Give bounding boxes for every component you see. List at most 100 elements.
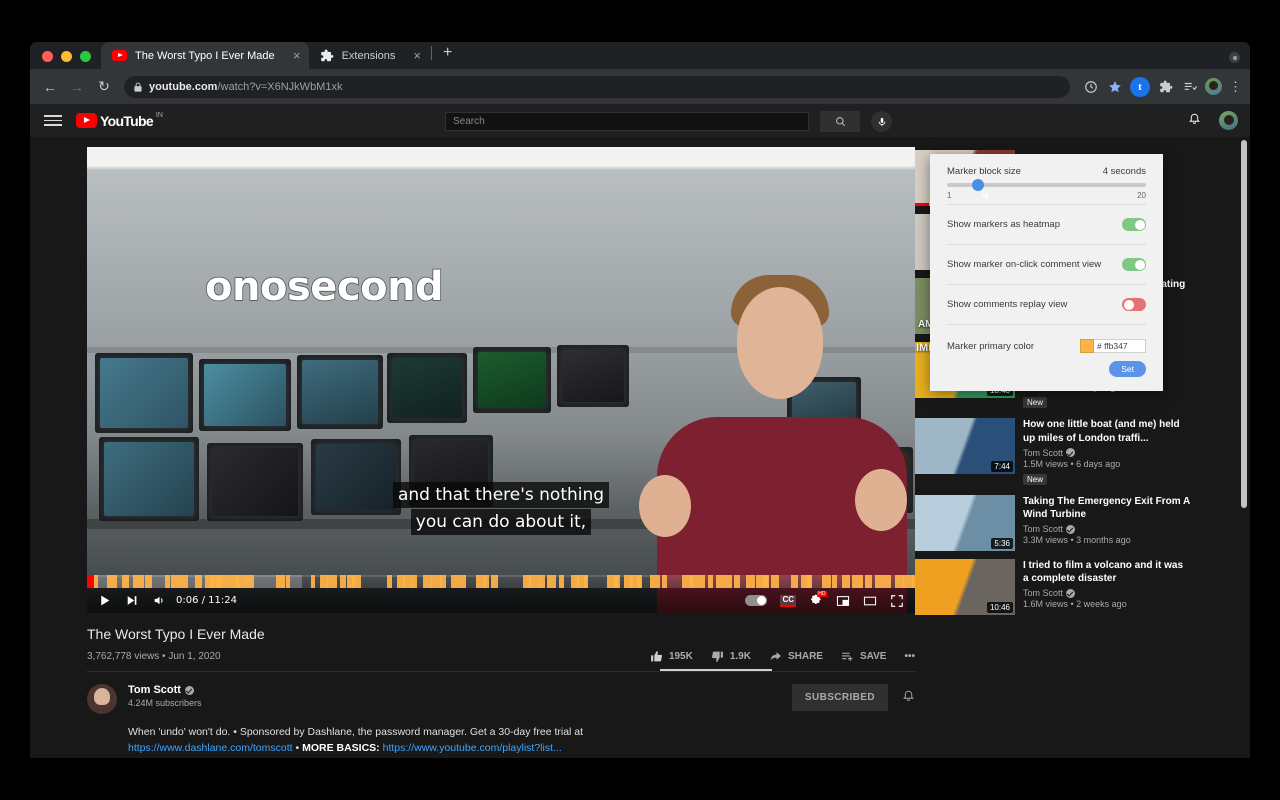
comment-marker[interactable] (637, 575, 643, 588)
volume-button[interactable] (152, 594, 166, 607)
search-box[interactable] (445, 112, 809, 131)
comment-marker[interactable] (690, 575, 697, 588)
comment-marker[interactable] (145, 575, 152, 588)
share-button[interactable]: SHARE (769, 650, 823, 663)
more-actions-button[interactable]: ••• (904, 651, 915, 662)
search-button[interactable] (820, 111, 860, 132)
comment-marker[interactable] (451, 575, 461, 588)
comment-marker[interactable] (662, 575, 668, 588)
comment-marker[interactable] (236, 575, 241, 588)
browser-menu-icon[interactable]: ⋮ (1229, 79, 1242, 95)
comment-marker[interactable] (122, 575, 130, 588)
close-tab-icon[interactable]: × (403, 49, 421, 62)
back-button[interactable]: ← (38, 75, 62, 99)
comment-marker[interactable] (412, 575, 417, 588)
subscribed-button[interactable]: SUBSCRIBED (792, 684, 888, 711)
comment-marker[interactable] (311, 575, 316, 588)
comment-marker[interactable] (807, 575, 812, 588)
comment-marker[interactable] (440, 575, 446, 588)
color-field[interactable] (1080, 339, 1146, 353)
color-hex-input[interactable] (1094, 339, 1146, 353)
comment-marker[interactable] (696, 575, 705, 588)
comment-marker[interactable] (461, 575, 466, 588)
browser-tab-extensions[interactable]: Extensions × (309, 42, 429, 69)
related-video-item[interactable]: 7:44How one little boat (and me) held up… (915, 418, 1190, 486)
description-link-playlist[interactable]: https://www.youtube.com/playlist?list... (380, 742, 562, 754)
comment-marker[interactable] (791, 575, 798, 588)
comment-marker[interactable] (885, 575, 891, 588)
comment-marker[interactable] (276, 575, 285, 588)
comment-marker[interactable] (539, 575, 545, 588)
fullscreen-button[interactable] (890, 594, 904, 608)
related-video-channel[interactable]: Tom Scott (1023, 448, 1190, 458)
voice-search-button[interactable] (871, 111, 892, 132)
autoplay-toggle[interactable] (745, 595, 767, 606)
browser-tab-youtube[interactable]: The Worst Typo I Ever Made - Y × (101, 42, 309, 69)
comment-marker[interactable] (822, 575, 831, 588)
channel-name-row[interactable]: Tom Scott (128, 684, 202, 696)
minimize-window-button[interactable] (61, 51, 72, 62)
comment-marker[interactable] (895, 575, 904, 588)
guide-menu-icon[interactable] (44, 115, 62, 126)
comment-marker[interactable] (286, 575, 291, 588)
comment-marker[interactable] (842, 575, 850, 588)
comment-marker[interactable] (195, 575, 202, 588)
comment-marker[interactable] (133, 575, 144, 588)
comment-marker[interactable] (708, 575, 713, 588)
comment-marker[interactable] (875, 575, 885, 588)
comment-marker[interactable] (547, 575, 556, 588)
dislike-button[interactable]: 1.9K (711, 650, 751, 663)
next-video-button[interactable] (125, 594, 138, 607)
comment-marker[interactable] (423, 575, 432, 588)
notification-bell-icon[interactable] (902, 688, 915, 707)
forward-button[interactable]: → (65, 75, 89, 99)
video-thumbnail[interactable]: 5:36 (915, 495, 1015, 551)
set-color-button[interactable]: Set (1109, 361, 1146, 377)
comment-marker[interactable] (387, 575, 392, 588)
close-tab-icon[interactable]: × (283, 49, 301, 62)
color-swatch[interactable] (1080, 339, 1094, 353)
comment-marker[interactable] (165, 575, 171, 588)
comment-marker[interactable] (723, 575, 732, 588)
comment-marker[interactable] (852, 575, 863, 588)
replay-view-toggle[interactable] (1122, 298, 1146, 311)
video-thumbnail[interactable]: 7:44 (915, 418, 1015, 474)
youtube-logo[interactable]: YouTube IN (76, 112, 163, 129)
search-input[interactable] (453, 116, 801, 127)
video-player[interactable]: onosecond and that there's nothing you c… (87, 147, 915, 613)
comment-marker[interactable] (484, 575, 489, 588)
maximize-window-button[interactable] (80, 51, 91, 62)
comment-marker[interactable] (491, 575, 498, 588)
comment-marker[interactable] (584, 575, 589, 588)
like-button[interactable]: 195K (650, 650, 693, 663)
subtitles-cc-button[interactable]: CC (780, 595, 796, 607)
comment-marker[interactable] (746, 575, 755, 588)
video-thumbnail[interactable]: 10:46 (915, 559, 1015, 615)
comment-marker[interactable] (650, 575, 660, 588)
browser-profile-avatar[interactable] (1205, 78, 1222, 95)
close-window-button[interactable] (42, 51, 53, 62)
new-tab-button[interactable]: + (434, 45, 461, 66)
comment-marker[interactable] (763, 575, 769, 588)
channel-avatar[interactable] (87, 684, 117, 714)
cast-icon[interactable] (1082, 78, 1099, 95)
comment-marker-extension-icon[interactable]: t (1130, 77, 1150, 97)
comment-marker[interactable] (614, 575, 620, 588)
address-bar[interactable]: youtube.com/watch?v=X6NJkWbM1xk (124, 76, 1070, 98)
comment-marker[interactable] (559, 575, 564, 588)
miniplayer-button[interactable] (836, 594, 850, 608)
comment-marker[interactable] (352, 575, 362, 588)
extensions-puzzle-icon[interactable] (1157, 78, 1174, 95)
play-button[interactable] (98, 594, 111, 607)
theater-mode-button[interactable] (863, 594, 877, 608)
comment-marker[interactable] (340, 575, 346, 588)
save-button[interactable]: SAVE (841, 650, 887, 663)
related-video-item[interactable]: 10:46I tried to film a volcano and it wa… (915, 559, 1190, 615)
comment-marker[interactable] (529, 575, 540, 588)
related-video-channel[interactable]: Tom Scott (1023, 524, 1190, 534)
reading-list-icon[interactable] (1181, 78, 1198, 95)
window-options-icon[interactable] (1229, 52, 1240, 63)
related-video-channel[interactable]: Tom Scott (1023, 588, 1190, 598)
comment-marker[interactable] (734, 575, 739, 588)
comment-marker[interactable] (178, 575, 188, 588)
